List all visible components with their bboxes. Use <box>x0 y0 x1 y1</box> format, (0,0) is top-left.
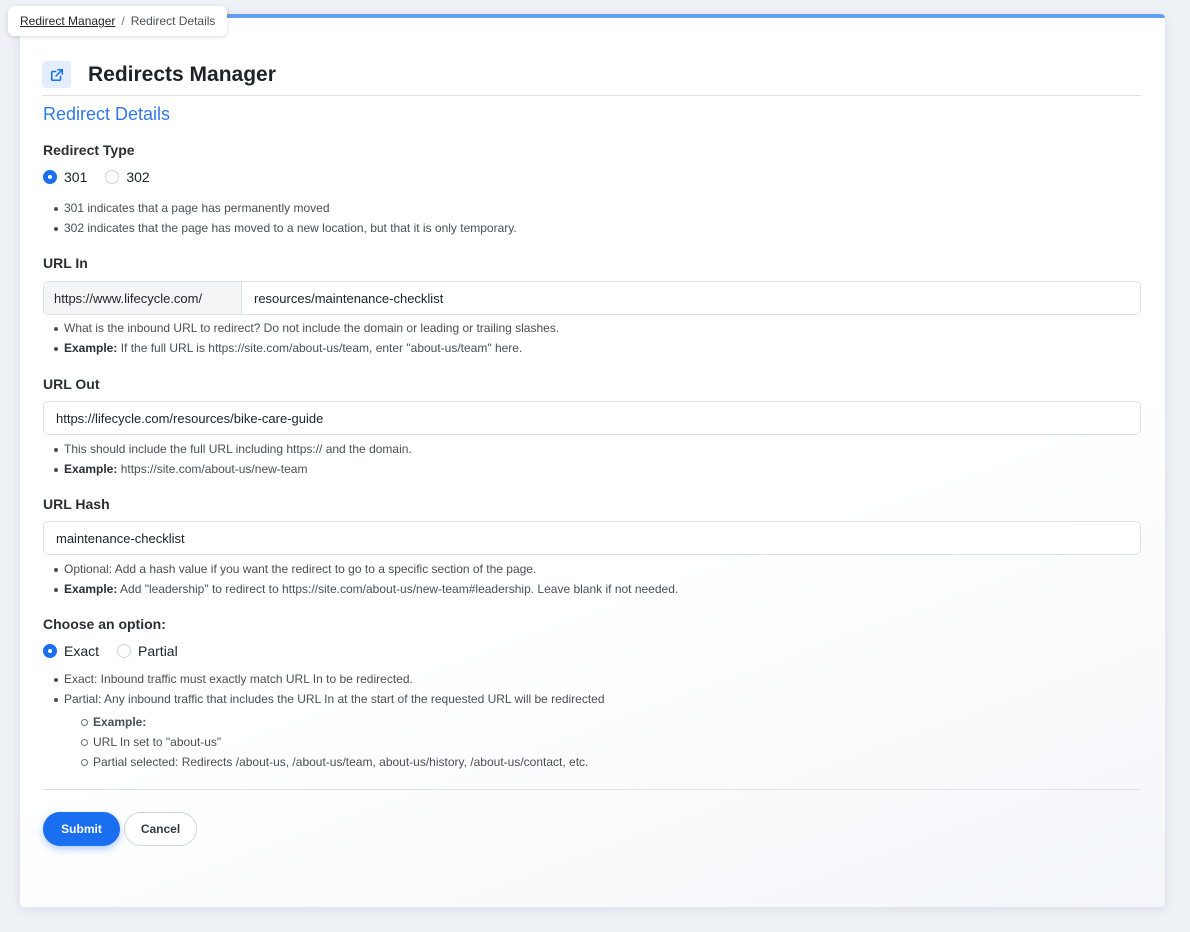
example-label: Example: <box>64 582 118 596</box>
url-in-input-group: https://www.lifecycle.com/ <box>43 281 1141 315</box>
redirect-type-help: 301 indicates that a page has permanentl… <box>43 198 1141 238</box>
sub-item: Partial selected: Redirects /about-us, /… <box>43 752 1141 772</box>
example-label: Example: <box>64 341 118 355</box>
radio-exact[interactable]: Exact <box>43 643 99 659</box>
help-item: Partial: Any inbound traffic that includ… <box>43 689 1141 709</box>
redirect-card: Redirects Manager Redirect Details Redir… <box>20 14 1165 907</box>
url-in-label: URL In <box>43 255 88 271</box>
radio-exact-label: Exact <box>64 643 100 659</box>
help-example: Example: Add "leadership" to redirect to… <box>43 579 1141 599</box>
breadcrumb-separator: / <box>121 14 125 28</box>
page-header: Redirects Manager <box>42 54 1141 96</box>
match-option-radio-group: Exact Partial <box>43 643 1141 659</box>
form-actions: Submit Cancel <box>43 812 1141 846</box>
redirect-type-radio-group: 301 302 <box>43 169 1141 185</box>
radio-302[interactable]: 302 <box>105 169 150 185</box>
external-link-icon <box>42 61 71 88</box>
radio-301[interactable]: 301 <box>43 169 87 185</box>
example-text: If the full URL is https://site.com/abou… <box>120 341 523 355</box>
breadcrumb-link-redirect-manager[interactable]: Redirect Manager <box>20 14 115 28</box>
redirect-type-label: Redirect Type <box>43 142 135 158</box>
radio-301-label: 301 <box>64 169 88 185</box>
breadcrumb-current: Redirect Details <box>130 14 216 28</box>
radio-partial-indicator[interactable] <box>117 644 132 658</box>
section-title: Redirect Details <box>43 104 171 124</box>
help-example: Example: https://site.com/about-us/new-t… <box>43 459 1141 479</box>
url-in-help: What is the inbound URL to redirect? Do … <box>43 318 1141 358</box>
form-divider <box>43 789 1141 790</box>
match-option-example-list: Example: URL In set to "about-us" Partia… <box>43 712 1141 772</box>
radio-partial-label: Partial <box>138 643 178 659</box>
radio-exact-indicator[interactable] <box>43 644 57 658</box>
cancel-button[interactable]: Cancel <box>124 812 197 846</box>
url-out-label: URL Out <box>43 376 100 392</box>
submit-button[interactable]: Submit <box>43 812 120 846</box>
example-text: https://site.com/about-us/new-team <box>120 462 308 476</box>
url-hash-input[interactable] <box>43 521 1141 555</box>
help-item: Exact: Inbound traffic must exactly matc… <box>43 669 1141 689</box>
match-option-label: Choose an option: <box>43 616 166 632</box>
radio-302-indicator[interactable] <box>105 170 120 184</box>
help-item: 302 indicates that the page has moved to… <box>43 218 1141 238</box>
sub-item: URL In set to "about-us" <box>43 732 1141 752</box>
match-option-help: Exact: Inbound traffic must exactly matc… <box>43 669 1141 709</box>
page-title: Redirects Manager <box>88 62 276 86</box>
sub-item: Example: <box>43 712 1141 732</box>
url-out-help: This should include the full URL includi… <box>43 439 1141 479</box>
breadcrumb: Redirect Manager / Redirect Details <box>8 6 228 36</box>
radio-partial[interactable]: Partial <box>117 643 178 659</box>
help-example: Example: If the full URL is https://site… <box>43 338 1141 358</box>
url-hash-label: URL Hash <box>43 496 110 512</box>
url-hash-help: Optional: Add a hash value if you want t… <box>43 559 1141 599</box>
example-label: Example: <box>93 715 147 729</box>
url-in-prefix: https://www.lifecycle.com/ <box>44 282 242 314</box>
help-item: What is the inbound URL to redirect? Do … <box>43 318 1141 338</box>
help-item: Optional: Add a hash value if you want t… <box>43 559 1141 579</box>
url-out-input[interactable] <box>43 401 1141 435</box>
radio-301-indicator[interactable] <box>43 170 57 184</box>
radio-302-label: 302 <box>126 169 150 185</box>
help-item: This should include the full URL includi… <box>43 439 1141 459</box>
url-in-input[interactable] <box>242 282 1140 314</box>
example-text: Add "leadership" to redirect to https://… <box>120 582 679 596</box>
help-item: 301 indicates that a page has permanentl… <box>43 198 1141 218</box>
example-label: Example: <box>64 462 118 476</box>
